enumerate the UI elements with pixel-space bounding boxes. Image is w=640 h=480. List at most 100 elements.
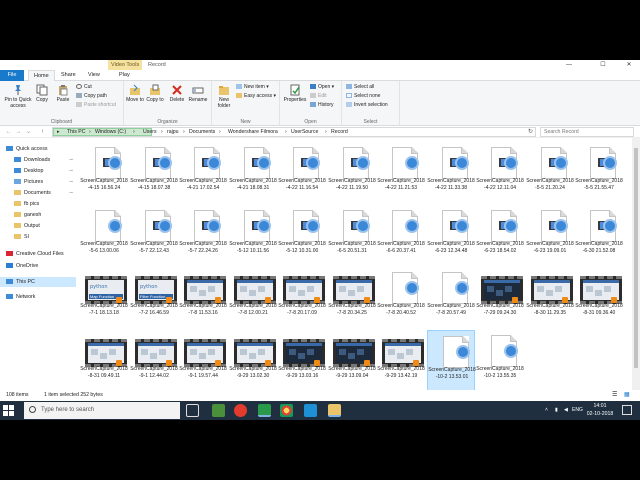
copy-to-button[interactable]: Copy to [146,84,164,103]
address-bar[interactable]: ▸ This PC › Windows (C:) › Users › rajpu… [52,127,536,137]
file-item[interactable]: ScreenCapture_2018-9-29 13.03.16 [278,330,326,391]
file-item[interactable]: ScreenCapture_2018-7-8 20.57.49 [427,267,475,328]
select-none-button[interactable]: Select none [346,93,380,100]
file-item[interactable]: ScreenCapture_2018-9-1 19.57.44 [179,330,227,391]
breadcrumb-record[interactable]: Record [331,128,348,136]
windows-start-icon[interactable] [2,404,15,417]
nav-item-fb-pics[interactable]: fb pics [0,199,76,209]
delete-button[interactable]: Delete [168,84,186,103]
file-item[interactable]: ScreenCapture_2018-7-8 20.17.09 [278,267,326,328]
file-item[interactable]: ScreenCapture_2018-4-22 11.33.38 [427,142,475,203]
file-item[interactable]: ScreenCapture_2018-9-29 13.42.19 [377,330,425,391]
taskbar-search-input[interactable]: Type here to search [24,402,180,419]
file-item[interactable]: ScreenCapture_2018-7-8 20.40.52 [377,267,425,328]
breadcrumb-users[interactable]: Users [143,128,157,136]
task-view-icon[interactable] [186,404,199,417]
file-item[interactable]: ScreenCapture_2018-5-12 10.11.56 [229,205,277,266]
nav-item-creative-cloud-files[interactable]: Creative Cloud Files [0,249,76,259]
back-arrow-icon[interactable]: ← [4,127,13,137]
breadcrumb-windows-c[interactable]: Windows (C:) [95,128,126,136]
move-to-button[interactable]: Move to [126,84,144,103]
properties-button[interactable]: Properties [282,84,308,103]
file-item[interactable]: ScreenCapture_2018-4-22 11.19.50 [328,142,376,203]
file-item[interactable]: ScreenCapture_2018-6-30 21.52.08 [575,205,623,266]
nav-item-pictures[interactable]: Pictures ⊸ [0,177,76,187]
minimize-button[interactable]: — [558,60,580,70]
paste-shortcut-button[interactable]: Paste shortcut [76,102,116,109]
select-all-button[interactable]: Select all [346,84,374,91]
up-arrow-icon[interactable]: ↑ [38,127,47,137]
nav-item-documents[interactable]: Documents ⊸ [0,188,76,198]
invert-selection-button[interactable]: Invert selection [346,102,388,109]
network-icon[interactable]: ▮ [555,401,558,420]
app-icon-green[interactable] [212,404,225,417]
nav-item-desktop[interactable]: Desktop ⊸ [0,166,76,176]
file-item[interactable]: python Filter Function ScreenCapture_2018-… [130,267,178,328]
copy-path-button[interactable]: Copy path [76,93,107,100]
paste-button[interactable]: Paste [54,84,72,103]
tab-view[interactable]: View [83,70,105,81]
notification-icon[interactable] [622,405,632,415]
app-icon-red[interactable] [234,404,247,417]
edit-button[interactable]: Edit [310,93,327,100]
file-item[interactable]: ScreenCapture_2018-7-29 09.24.30 [476,267,524,328]
file-item[interactable]: ScreenCapture_2018-4-22 11.21.53 [377,142,425,203]
chrome-icon[interactable] [280,404,293,417]
nav-item-network[interactable]: Network [0,292,76,302]
nav-item-output[interactable]: Output [0,221,76,231]
pin-quick-access-button[interactable]: Pin to Quick access [2,84,34,109]
new-folder-button[interactable]: New folder [214,84,234,109]
file-item[interactable]: ScreenCapture_2018-6-23 18.54.02 [476,205,524,266]
breadcrumb-usersource[interactable]: UserSource [291,128,318,136]
copy-button[interactable]: Copy [34,84,50,103]
file-item[interactable]: ScreenCapture_2018-5-12 10.31.00 [278,205,326,266]
file-item[interactable]: ScreenCapture_2018-7-8 12.00.21 [229,267,277,328]
volume-icon[interactable]: ◀ [564,401,568,420]
file-item[interactable]: ScreenCapture_2018-9-29 13.09.04 [328,330,376,391]
tray-chevron-icon[interactable]: ˄ [545,401,548,420]
file-item[interactable]: ScreenCapture_2018-5-7 22.12.43 [130,205,178,266]
file-item[interactable]: ScreenCapture_2018-4-21 18.08.31 [229,142,277,203]
clock[interactable]: 14:01 02-10-2018 [585,403,615,418]
file-item[interactable]: ScreenCapture_2018-4-21 17.02.54 [179,142,227,203]
file-item[interactable]: ScreenCapture_2018-5-5 21.55.47 [575,142,623,203]
file-item[interactable]: ScreenCapture_2018-10-2 13.53.01 [427,330,476,391]
breadcrumb-wondershare[interactable]: Wondershare Filmora [228,128,278,136]
nav-item-quick-access[interactable]: Quick access [0,144,76,154]
file-item[interactable]: ScreenCapture_2018-9-29 13.02.30 [229,330,277,391]
context-tab-video-tools[interactable]: Video Tools [108,60,143,70]
file-item[interactable]: ScreenCapture_2018-6-6 20.37.41 [377,205,425,266]
breadcrumb-documents[interactable]: Documents [189,128,215,136]
tab-file[interactable]: File [0,70,24,81]
file-item[interactable]: ScreenCapture_2018-4-15 16.56.24 [80,142,128,203]
nav-item-this-pc[interactable]: This PC [0,277,76,287]
file-item[interactable]: ScreenCapture_2018-4-22 12.11.04 [476,142,524,203]
scrollbar-thumb[interactable] [634,148,638,368]
file-item[interactable]: ScreenCapture_2018-9-1 12.44.02 [130,330,178,391]
file-item[interactable]: ScreenCapture_2018-8-31 09.49.11 [80,330,128,391]
new-item-button[interactable]: New item ▾ [236,84,269,91]
file-item[interactable]: ScreenCapture_2018-6-5 20.51.31 [328,205,376,266]
file-item[interactable]: ScreenCapture_2018-6-23 19.09.01 [526,205,574,266]
file-item[interactable]: ScreenCapture_2018-4-15 18.07.38 [130,142,178,203]
vertical-scrollbar[interactable] [632,138,640,390]
easy-access-button[interactable]: Easy access ▾ [236,93,276,100]
search-input[interactable]: Search Record [540,127,634,137]
file-item[interactable]: ScreenCapture_2018-5-5 21.20.24 [526,142,574,203]
file-item[interactable]: ScreenCapture_2018-8-30 11.29.35 [526,267,574,328]
language-indicator[interactable]: ENG [572,401,583,420]
app-icon-filmora[interactable] [258,404,271,417]
nav-item-onedrive[interactable]: OneDrive [0,261,76,271]
tab-play[interactable]: Play [114,70,135,81]
breadcrumb-rajpu[interactable]: rajpu [167,128,179,136]
file-item[interactable]: ScreenCapture_2018-10-2 13.55.35 [476,330,524,391]
file-item[interactable]: python Map Function ScreenCapture_2018-7-1… [80,267,128,328]
file-explorer-icon[interactable] [328,404,341,417]
file-item[interactable]: ScreenCapture_2018-5-6 13.00.06 [80,205,128,266]
nav-item-downloads[interactable]: Downloads ⊸ [0,155,76,165]
tab-home[interactable]: Home [28,70,55,81]
nav-item-si[interactable]: SI [0,232,76,242]
refresh-icon[interactable]: ↻ [526,127,535,137]
rename-button[interactable]: Rename [188,84,208,103]
file-item[interactable]: ScreenCapture_2018-6-23 12.34.48 [427,205,475,266]
